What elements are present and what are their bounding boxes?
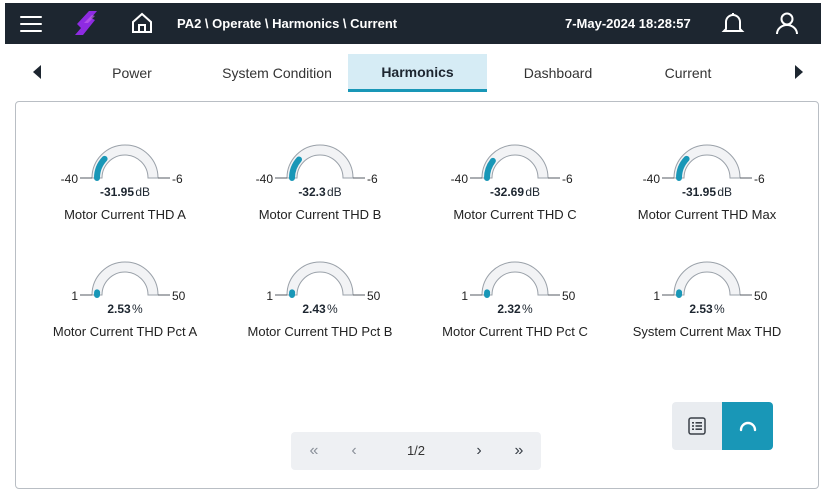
home-icon[interactable] <box>127 8 157 38</box>
user-icon[interactable] <box>771 7 803 39</box>
gauge-label: Motor Current THD Pct A <box>52 324 198 339</box>
gauge-min-label: 1 <box>653 289 660 303</box>
gauge-value: -32.3 dB <box>225 185 415 199</box>
gauge-motor-current-thd-pct-b[interactable]: 1 50 2.43 % Motor Current THD Pct B <box>225 245 415 345</box>
tab-dashboard[interactable]: Dashboard <box>493 54 623 92</box>
gauge-system-current-max-thd[interactable]: 1 50 2.53 % System Current Max THD <box>612 245 802 345</box>
gauge-motor-current-thd-max[interactable]: -40 -6 -31.95 dB Motor Current THD Max <box>612 128 802 228</box>
gauge-max-label: 50 <box>367 289 381 303</box>
gauge-label: Motor Current THD Pct B <box>247 324 393 339</box>
tab-scroll-right-icon[interactable] <box>787 58 811 86</box>
gauge-value-number: -31.95 <box>681 185 716 199</box>
pagination: « ‹ 1/2 › » <box>291 432 541 470</box>
gauge-view-icon <box>739 421 756 432</box>
gauge-value: -32.69 dB <box>420 185 610 199</box>
gauge-min-label: -40 <box>450 172 468 186</box>
gauge-min-label: 1 <box>461 289 468 303</box>
gauge-motor-current-thd-pct-c[interactable]: 1 50 2.32 % Motor Current THD Pct C <box>420 245 610 345</box>
gauge-max-label: 50 <box>172 289 186 303</box>
gauge-dial <box>662 261 752 298</box>
gauge-max-label: -6 <box>172 172 183 186</box>
gauge-dial <box>662 144 752 181</box>
gauge-motor-current-thd-pct-a[interactable]: 1 50 2.53 % Motor Current THD Pct A <box>30 245 220 345</box>
gauge-value-number: 2.53 <box>689 302 713 316</box>
gauge-track <box>91 261 159 296</box>
next-page-button[interactable]: › <box>466 432 492 470</box>
tab-harmonics[interactable]: Harmonics <box>348 54 487 92</box>
gauge-value: -31.95 dB <box>612 185 802 199</box>
gauge-value: 2.43 % <box>225 302 415 316</box>
gauge-max-label: -6 <box>367 172 378 186</box>
gauge-dial <box>470 261 560 298</box>
gauge-value-number: 2.53 <box>107 302 131 316</box>
gauge-value-unit: dB <box>714 185 733 199</box>
gauge-value-number: -32.3 <box>298 185 326 199</box>
tab-bar: Power System Condition Harmonics Dashboa… <box>5 48 821 96</box>
page-indicator: 1/2 <box>406 443 426 458</box>
gauge-min-label: -40 <box>642 172 660 186</box>
top-bar: PA2 \ Operate \ Harmonics \ Current 7-Ma… <box>5 3 821 44</box>
gauge-min-label: 1 <box>71 289 78 303</box>
gauge-view-button[interactable] <box>722 402 773 450</box>
gauge-value-number: 2.32 <box>497 302 521 316</box>
gauge-min-label: -40 <box>60 172 78 186</box>
gauge-track <box>286 261 354 296</box>
gauge-value-unit: dB <box>132 185 151 199</box>
gauge-value-unit: % <box>128 302 143 316</box>
gauge-dial <box>470 144 560 181</box>
gauge-value-number: -31.95 <box>99 185 134 199</box>
gauge-track <box>673 261 741 296</box>
previous-page-button[interactable]: ‹ <box>341 432 367 470</box>
datetime-display: 7-May-2024 18:28:57 <box>565 16 691 31</box>
gauge-value-number: 2.43 <box>302 302 326 316</box>
gauge-label: Motor Current THD Max <box>637 207 777 222</box>
gauge-value: 2.53 % <box>612 302 802 316</box>
gauge-value-unit: % <box>710 302 725 316</box>
list-view-button[interactable] <box>672 402 722 450</box>
tab-system-condition[interactable]: System Condition <box>207 54 347 92</box>
gauge-value: -31.95 dB <box>30 185 220 199</box>
gauge-value: 2.32 % <box>420 302 610 316</box>
hamburger-menu-icon[interactable] <box>11 3 51 44</box>
gauge-value-unit: dB <box>522 185 541 199</box>
app-logo <box>71 8 101 38</box>
gauge-max-label: 50 <box>754 289 768 303</box>
gauge-dial <box>275 144 365 181</box>
gauge-max-label: -6 <box>754 172 765 186</box>
gauge-max-label: 50 <box>562 289 576 303</box>
last-page-button[interactable]: » <box>506 432 532 470</box>
gauge-value-unit: % <box>518 302 533 316</box>
gauge-motor-current-thd-b[interactable]: -40 -6 -32.3 dB Motor Current THD B <box>225 128 415 228</box>
gauge-motor-current-thd-a[interactable]: -40 -6 -31.95 dB Motor Current THD A <box>30 128 220 228</box>
first-page-button[interactable]: « <box>301 432 327 470</box>
gauge-label: Motor Current THD B <box>258 207 382 222</box>
app-window: PA2 \ Operate \ Harmonics \ Current 7-Ma… <box>0 0 826 490</box>
gauge-label: System Current Max THD <box>632 324 782 339</box>
gauge-value-number: -32.69 <box>489 185 524 199</box>
gauge-motor-current-thd-c[interactable]: -40 -6 -32.69 dB Motor Current THD C <box>420 128 610 228</box>
gauge-track <box>481 261 549 296</box>
gauge-min-label: 1 <box>266 289 273 303</box>
tab-current[interactable]: Current <box>623 54 753 92</box>
gauge-value-unit: % <box>323 302 338 316</box>
breadcrumb: PA2 \ Operate \ Harmonics \ Current <box>177 16 398 31</box>
gauge-dial <box>80 144 170 181</box>
bell-icon[interactable] <box>717 7 749 39</box>
gauge-dial <box>80 261 170 298</box>
gauge-value-unit: dB <box>323 185 342 199</box>
gauge-label: Motor Current THD A <box>64 207 186 222</box>
gauge-max-label: -6 <box>562 172 573 186</box>
gauge-value: 2.53 % <box>30 302 220 316</box>
tab-scroll-left-icon[interactable] <box>25 58 49 86</box>
gauge-dial <box>275 261 365 298</box>
list-view-icon <box>688 417 706 435</box>
gauge-min-label: -40 <box>255 172 273 186</box>
gauge-label: Motor Current THD Pct C <box>442 324 588 339</box>
tab-power[interactable]: Power <box>67 54 197 92</box>
gauge-label: Motor Current THD C <box>453 207 577 222</box>
